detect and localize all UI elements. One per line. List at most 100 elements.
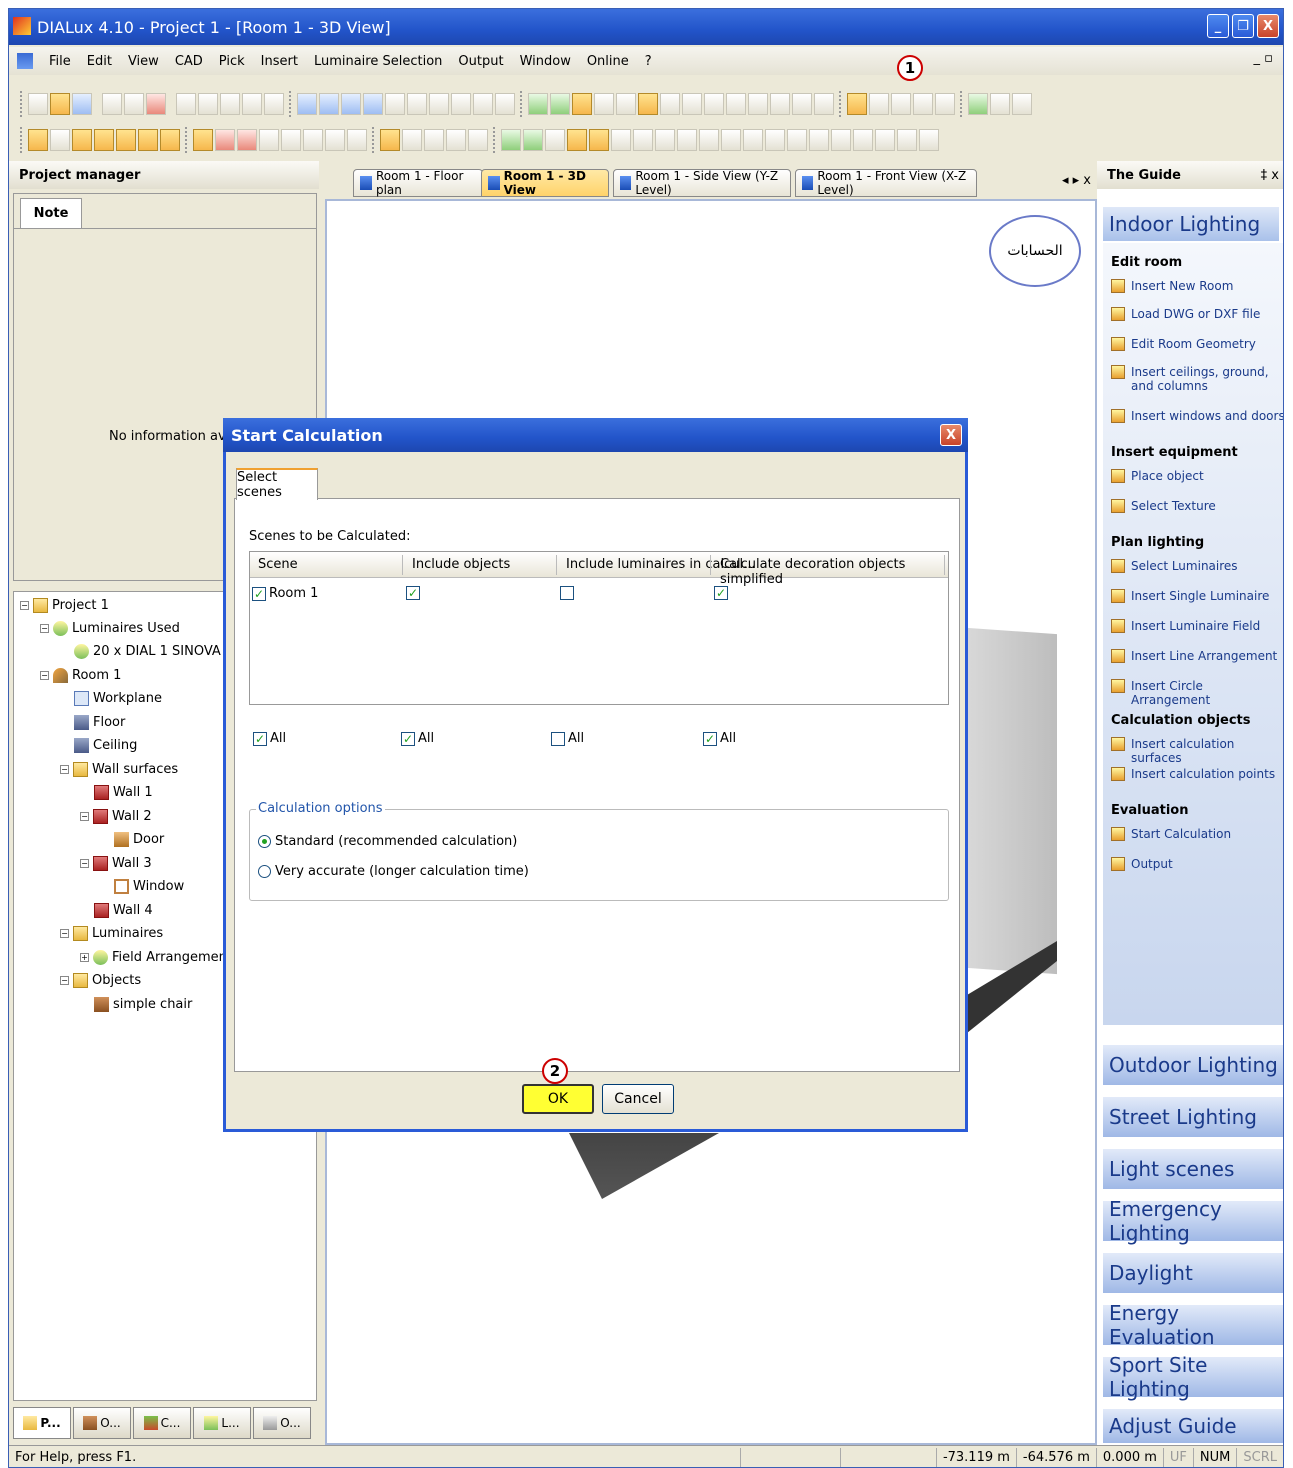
calc-arrow-icon[interactable] xyxy=(869,93,889,115)
menu-online[interactable]: Online xyxy=(579,54,637,69)
note-tab[interactable]: Note xyxy=(20,198,82,228)
tool-10-icon[interactable] xyxy=(237,129,257,151)
tool-11-icon[interactable] xyxy=(259,129,279,151)
tree-item-wall-surfaces[interactable]: − Wall surfaces xyxy=(60,762,178,777)
pick-luminaire-icon[interactable] xyxy=(726,93,746,115)
zoom-icon[interactable] xyxy=(402,129,422,151)
tree-item-ceiling[interactable]: Ceiling xyxy=(74,738,137,753)
guide-edit-room-geometry[interactable]: Edit Room Geometry xyxy=(1111,337,1256,351)
tool-35-icon[interactable] xyxy=(919,129,939,151)
wireframe-icon[interactable] xyxy=(550,93,570,115)
tree-item-luminaire-type[interactable]: 20 x DIAL 1 SINOVA xyxy=(74,644,221,659)
guide-start-calculation[interactable]: Start Calculation xyxy=(1111,827,1231,841)
redo-icon[interactable] xyxy=(264,93,284,115)
close-button[interactable]: X xyxy=(1257,14,1279,38)
guide-outdoor-lighting[interactable]: Outdoor Lighting xyxy=(1103,1045,1283,1085)
tool-21-icon[interactable] xyxy=(611,129,631,151)
guide-load-dwg[interactable]: Load DWG or DXF file xyxy=(1111,307,1260,321)
tree-item-floor[interactable]: Floor xyxy=(74,715,125,730)
tool-23-icon[interactable] xyxy=(655,129,675,151)
zoom-in-icon[interactable] xyxy=(429,93,449,115)
guide-insert-calc-surfaces[interactable]: Insert calculation surfaces xyxy=(1111,737,1283,765)
print-preview-icon[interactable] xyxy=(124,93,144,115)
tool-28-icon[interactable] xyxy=(765,129,785,151)
tool-18-icon[interactable] xyxy=(545,129,565,151)
pick-icon[interactable] xyxy=(704,93,724,115)
tab-floor-plan[interactable]: Room 1 - Floor plan xyxy=(353,169,483,197)
start-calculation-icon[interactable] xyxy=(847,93,867,115)
menu-edit[interactable]: Edit xyxy=(79,54,120,69)
zoom-window-icon[interactable] xyxy=(407,93,427,115)
guide-place-object[interactable]: Place object xyxy=(1111,469,1204,483)
menu-window[interactable]: Window xyxy=(512,54,579,69)
tool-26-icon[interactable] xyxy=(721,129,741,151)
guide-select-texture[interactable]: Select Texture xyxy=(1111,499,1216,513)
pan-hand-icon[interactable] xyxy=(446,129,466,151)
guide-icon[interactable] xyxy=(968,93,988,115)
col-decoration-simplified[interactable]: Calculate decoration objects simplified xyxy=(720,557,948,587)
col-scene[interactable]: Scene xyxy=(258,557,298,572)
lines-icon[interactable] xyxy=(594,93,614,115)
menu-insert[interactable]: Insert xyxy=(253,54,306,69)
tab-3d-view[interactable]: Room 1 - 3D View xyxy=(481,169,609,197)
render-icon[interactable] xyxy=(528,93,548,115)
menu-help[interactable]: ? xyxy=(637,54,660,69)
tree-item-window[interactable]: Window xyxy=(114,879,184,894)
camera-icon[interactable] xyxy=(660,93,680,115)
arrange-1-icon[interactable] xyxy=(748,93,768,115)
menu-file[interactable]: File xyxy=(41,54,79,69)
tool-31-icon[interactable] xyxy=(831,129,851,151)
all-objects-checkbox[interactable]: ✓ All xyxy=(401,731,434,746)
tool-27-icon[interactable] xyxy=(743,129,763,151)
tool-16-icon[interactable] xyxy=(501,129,521,151)
front-view-icon[interactable] xyxy=(363,93,383,115)
zoom-extents-icon[interactable] xyxy=(495,93,515,115)
tree-item-luminaires[interactable]: − Luminaires xyxy=(60,926,163,941)
tree-item-simple-chair[interactable]: simple chair xyxy=(94,997,192,1012)
tree-item-luminaires-used[interactable]: − Luminaires Used xyxy=(40,621,180,636)
include-luminaires-checkbox[interactable] xyxy=(560,586,574,600)
tab-project[interactable]: P... xyxy=(13,1407,71,1439)
tool-3-icon[interactable] xyxy=(72,129,92,151)
tree-item-wall-3[interactable]: − Wall 3 xyxy=(80,856,152,871)
guide-adjust-guide[interactable]: Adjust Guide xyxy=(1103,1409,1283,1443)
tool-8-icon[interactable] xyxy=(193,129,213,151)
guide-indoor-lighting[interactable]: Indoor Lighting xyxy=(1103,207,1279,241)
guide-select-luminaires[interactable]: Select Luminaires xyxy=(1111,559,1238,573)
menu-cad[interactable]: CAD xyxy=(167,54,211,69)
tool-2-icon[interactable] xyxy=(50,129,70,151)
all-scene-checkbox[interactable]: ✓ All xyxy=(253,731,286,746)
menu-pick[interactable]: Pick xyxy=(211,54,253,69)
panel-icon[interactable] xyxy=(1012,93,1032,115)
open-folder-icon[interactable] xyxy=(50,93,70,115)
scene-checkbox[interactable]: ✓ xyxy=(252,586,266,601)
tree-item-wall-4[interactable]: Wall 4 xyxy=(94,903,153,918)
new-file-icon[interactable] xyxy=(28,93,48,115)
tree-item-objects[interactable]: − Objects xyxy=(60,973,141,988)
guide-insert-calc-points[interactable]: Insert calculation points xyxy=(1111,767,1275,781)
tab-select-scenes[interactable]: Select scenes xyxy=(236,468,318,500)
tab-colors[interactable]: C... xyxy=(133,1407,191,1439)
report-icon[interactable] xyxy=(935,93,955,115)
rotate-icon[interactable] xyxy=(424,129,444,151)
view-icon[interactable] xyxy=(385,93,405,115)
guide-insert-new-room[interactable]: Insert New Room xyxy=(1111,279,1233,293)
minimize-button[interactable]: _ xyxy=(1207,14,1229,38)
zoom-all-icon[interactable] xyxy=(473,93,493,115)
dialog-close-button[interactable]: X xyxy=(940,424,962,446)
radio-very-accurate[interactable]: Very accurate (longer calculation time) xyxy=(258,864,529,879)
guide-insert-luminaire-field[interactable]: Insert Luminaire Field xyxy=(1111,619,1260,633)
cut-icon[interactable] xyxy=(176,93,196,115)
save-icon[interactable] xyxy=(72,93,92,115)
ok-button[interactable]: OK xyxy=(522,1084,594,1114)
false-colors-icon[interactable] xyxy=(572,93,592,115)
list-icon[interactable] xyxy=(990,93,1010,115)
guide-insert-line-arrangement[interactable]: Insert Line Arrangement xyxy=(1111,649,1277,663)
tool-29-icon[interactable] xyxy=(787,129,807,151)
guide-pin-close[interactable]: ‡ x xyxy=(1261,168,1279,183)
isolines-icon[interactable] xyxy=(616,93,636,115)
tab-output[interactable]: O... xyxy=(253,1407,311,1439)
guide-sport-site-lighting[interactable]: Sport Site Lighting xyxy=(1103,1353,1283,1401)
tool-30-icon[interactable] xyxy=(809,129,829,151)
guide-light-scenes[interactable]: Light scenes xyxy=(1103,1149,1283,1189)
